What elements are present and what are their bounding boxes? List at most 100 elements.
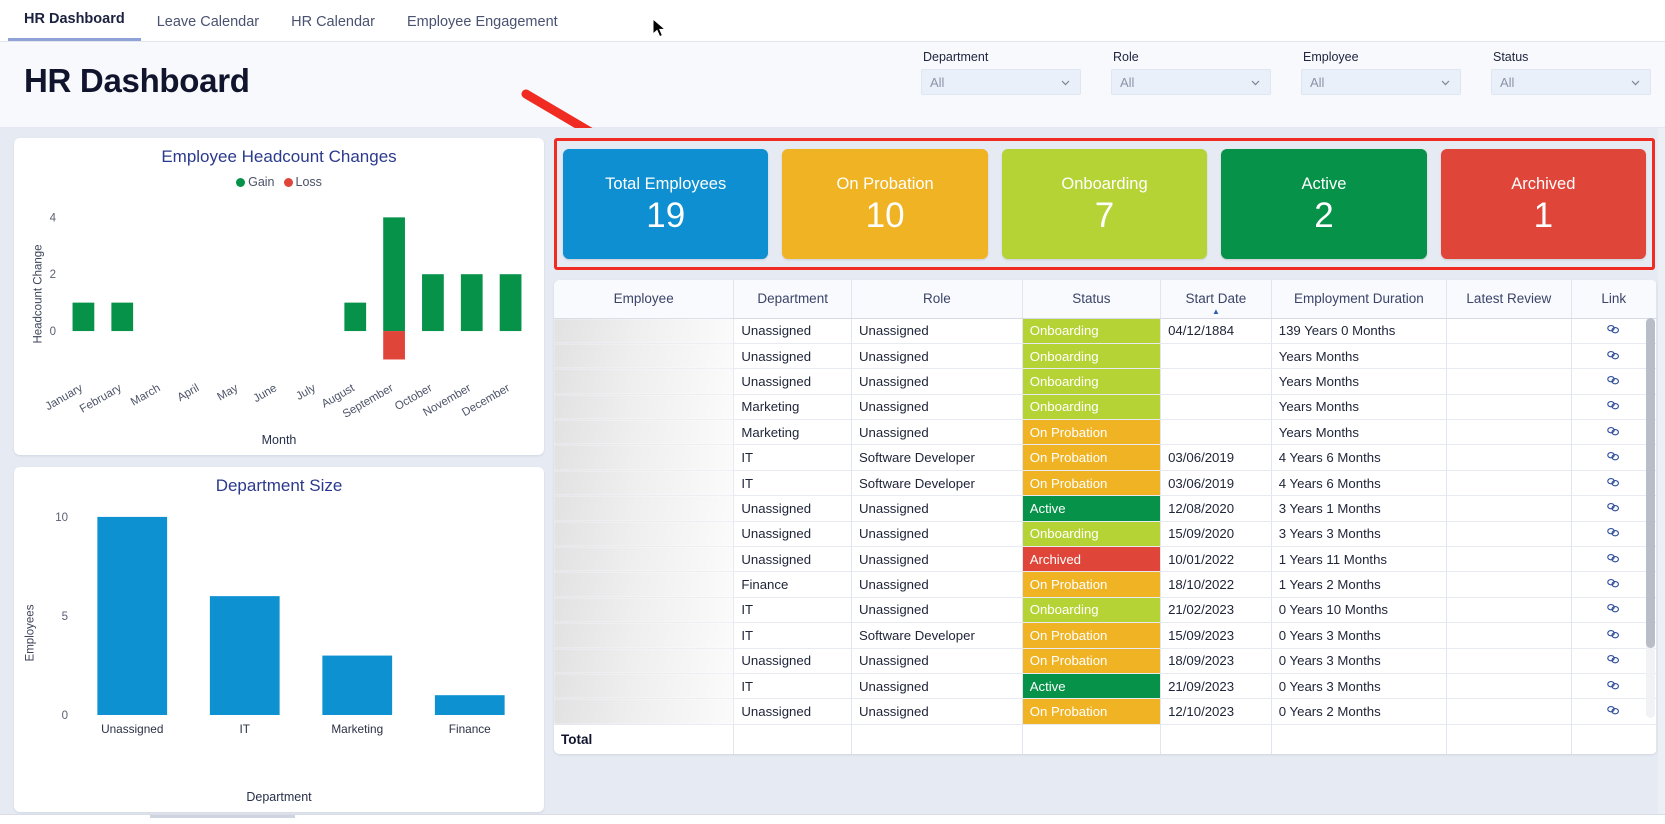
link-icon[interactable] (1606, 526, 1621, 541)
department-size-chart-title: Department Size (215, 476, 343, 495)
table-row[interactable]: Unassigned Unassigned Active 12/08/2020 3 Ye… (554, 495, 1657, 522)
cell-latest-review (1446, 597, 1572, 624)
filter-role-select[interactable]: All (1111, 69, 1271, 95)
cell-status: On Probation (1022, 622, 1162, 649)
cell-role: Unassigned (851, 394, 1023, 421)
filter-department-select[interactable]: All (921, 69, 1081, 95)
link-icon[interactable] (1606, 552, 1621, 567)
cell-link[interactable] (1571, 648, 1657, 674)
total-duration-cell (1271, 723, 1448, 754)
filter-employee-label: Employee (1303, 50, 1359, 64)
table-row[interactable]: Unassigned Unassigned On Probation 18/09/20… (554, 648, 1657, 674)
tab-leave-calendar[interactable]: Leave Calendar (141, 14, 275, 41)
tab-hr-dashboard[interactable]: HR Dashboard (8, 11, 141, 41)
cell-status: Onboarding (1022, 368, 1162, 395)
cell-employment-duration: 3 Years 3 Months (1271, 521, 1448, 548)
cell-employment-duration: 4 Years 6 Months (1271, 470, 1448, 497)
column-header-start-date[interactable]: Start Date ▲ (1160, 280, 1272, 319)
table-row[interactable]: IT Software Developer On Probation 15/09/20… (554, 622, 1657, 649)
table-row[interactable]: IT Unassigned Onboarding 21/02/2023 0 Years … (554, 597, 1657, 624)
tab-employee-engagement[interactable]: Employee Engagement (391, 14, 574, 41)
filter-employee-select[interactable]: All (1301, 69, 1461, 95)
cell-link[interactable] (1571, 495, 1657, 522)
column-header-employment-duration[interactable]: Employment Duration (1271, 280, 1448, 319)
kpi-card-onboarding[interactable]: Onboarding 7 (1001, 149, 1208, 259)
link-icon[interactable] (1606, 679, 1621, 694)
table-row[interactable]: IT Software Developer On Probation 03/06/20… (554, 444, 1657, 471)
table-row[interactable]: Marketing Unassigned On Probation Years Mon… (554, 419, 1657, 446)
cell-link[interactable] (1571, 546, 1657, 573)
kpi-card-archived[interactable]: Archived 1 (1440, 149, 1647, 259)
tab-hr-calendar[interactable]: HR Calendar (275, 14, 391, 41)
headcount-chart-card: Employee Headcount Changes Gain Loss Hea… (14, 138, 544, 455)
table-row[interactable]: Unassigned Unassigned Archived 10/01/2022 1 … (554, 546, 1657, 573)
column-header-status[interactable]: Status (1022, 280, 1162, 319)
link-icon[interactable] (1606, 628, 1621, 643)
page-vertical-scrollbar[interactable] (1658, 128, 1665, 824)
link-icon[interactable] (1606, 577, 1621, 592)
legend-dot-gain (236, 177, 246, 187)
top-tab-bar: HR Dashboard Leave Calendar HR Calendar … (0, 0, 1665, 42)
cell-department: Unassigned (733, 698, 853, 725)
link-icon[interactable] (1606, 704, 1621, 719)
cell-link[interactable] (1571, 419, 1657, 446)
cell-link[interactable] (1571, 673, 1657, 700)
cell-employee (554, 444, 735, 471)
cell-employment-duration: 0 Years 10 Months (1271, 597, 1448, 624)
cell-link[interactable] (1571, 394, 1657, 421)
kpi-card-total-employees[interactable]: Total Employees 19 (563, 149, 769, 259)
cell-employee (554, 673, 735, 700)
department-size-chart-card: Department Size Employees 0 5 10 Unassigned… (14, 467, 544, 812)
link-icon[interactable] (1606, 450, 1621, 465)
link-icon[interactable] (1606, 501, 1621, 516)
table-row[interactable]: IT Software Developer On Probation 03/06/20… (554, 470, 1657, 497)
cell-link[interactable] (1571, 343, 1657, 370)
cell-link[interactable] (1571, 470, 1657, 497)
cell-link[interactable] (1571, 368, 1657, 395)
kpi-highlight-box: Total Employees 19 On Probation 10 Onboa… (554, 138, 1655, 270)
cell-link[interactable] (1571, 597, 1657, 624)
cell-link[interactable] (1571, 571, 1657, 598)
table-row[interactable]: Unassigned Unassigned Onboarding Years Mont… (554, 343, 1657, 370)
cell-employment-duration: 0 Years 2 Months (1271, 698, 1448, 725)
link-icon[interactable] (1606, 349, 1621, 364)
cell-employment-duration: Years Months (1271, 419, 1448, 446)
column-header-latest-review[interactable]: Latest Review (1446, 280, 1572, 319)
svg-text:Finance: Finance (449, 722, 491, 736)
link-icon[interactable] (1606, 653, 1621, 668)
table-scrollbar-thumb[interactable] (1646, 318, 1655, 648)
total-status-cell (1022, 723, 1162, 754)
link-icon[interactable] (1606, 425, 1621, 440)
column-header-employee[interactable]: Employee (554, 280, 735, 319)
cell-link[interactable] (1571, 698, 1657, 725)
table-row[interactable]: IT Unassigned Active 21/09/2023 0 Years 3 Mo… (554, 673, 1657, 700)
cell-link[interactable] (1571, 521, 1657, 548)
cell-status: On Probation (1022, 419, 1162, 446)
kpi-row: Total Employees 19 On Probation 10 Onboa… (563, 149, 1647, 259)
cell-link[interactable] (1571, 318, 1657, 344)
table-row[interactable]: Unassigned Unassigned Onboarding Years Mont… (554, 368, 1657, 395)
table-row[interactable]: Marketing Unassigned Onboarding Years Month… (554, 394, 1657, 421)
employee-table-card: Employee Department Role Status Start Da… (554, 280, 1657, 754)
link-icon[interactable] (1606, 602, 1621, 617)
filter-status-select[interactable]: All (1491, 69, 1651, 95)
svg-text:10: 10 (55, 512, 68, 524)
link-icon[interactable] (1606, 399, 1621, 414)
column-header-role[interactable]: Role (851, 280, 1023, 319)
link-icon[interactable] (1606, 323, 1621, 338)
table-row[interactable]: Finance Unassigned On Probation 18/10/2022 1… (554, 571, 1657, 598)
column-header-department[interactable]: Department (733, 280, 853, 319)
kpi-card-on-probation[interactable]: On Probation 10 (782, 149, 988, 259)
table-row[interactable]: Unassigned Unassigned Onboarding 15/09/2020… (554, 521, 1657, 548)
link-icon[interactable] (1606, 476, 1621, 491)
table-vertical-scrollbar[interactable] (1646, 318, 1655, 718)
cell-link[interactable] (1571, 622, 1657, 649)
department-size-bar-chart: 0 5 10 Unassigned IT Marketing Finance (55, 512, 505, 736)
kpi-card-active[interactable]: Active 2 (1221, 149, 1427, 259)
table-row[interactable]: Unassigned Unassigned Onboarding 04/12/1884… (554, 318, 1657, 344)
link-icon[interactable] (1606, 374, 1621, 389)
column-header-link[interactable]: Link (1571, 280, 1657, 319)
cell-link[interactable] (1571, 444, 1657, 471)
table-row[interactable]: Unassigned Unassigned On Probation 12/10/20… (554, 698, 1657, 725)
cell-employee (554, 597, 735, 624)
